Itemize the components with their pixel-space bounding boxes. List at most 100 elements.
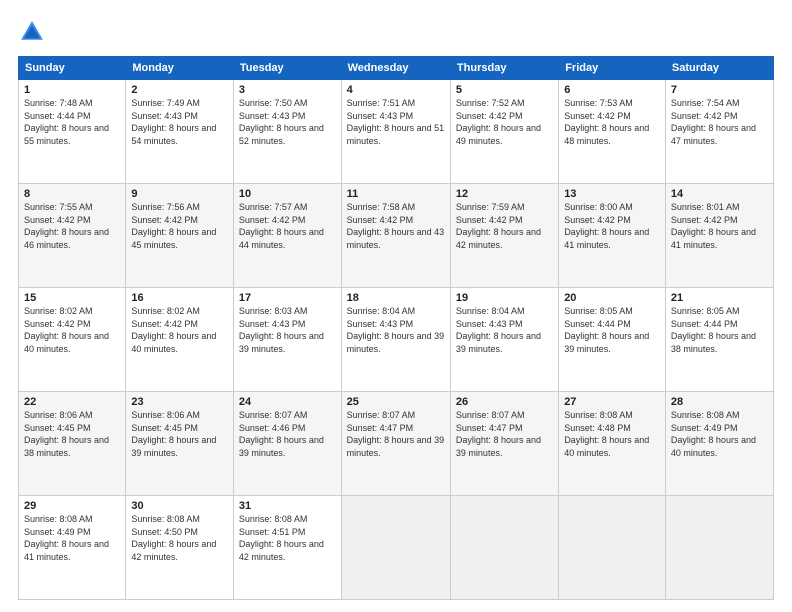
day-number: 17	[239, 292, 336, 304]
day-number: 1	[24, 84, 120, 96]
day-number: 3	[239, 84, 336, 96]
calendar-cell	[559, 496, 666, 600]
day-number: 10	[239, 188, 336, 200]
calendar-cell: 4 Sunrise: 7:51 AMSunset: 4:43 PMDayligh…	[341, 80, 450, 184]
day-info: Sunrise: 8:08 AMSunset: 4:50 PMDaylight:…	[131, 513, 228, 563]
day-info: Sunrise: 7:54 AMSunset: 4:42 PMDaylight:…	[671, 97, 768, 147]
day-info: Sunrise: 8:01 AMSunset: 4:42 PMDaylight:…	[671, 201, 768, 251]
day-info: Sunrise: 7:49 AMSunset: 4:43 PMDaylight:…	[131, 97, 228, 147]
week-row-2: 8 Sunrise: 7:55 AMSunset: 4:42 PMDayligh…	[19, 184, 774, 288]
day-info: Sunrise: 7:52 AMSunset: 4:42 PMDaylight:…	[456, 97, 553, 147]
day-info: Sunrise: 8:07 AMSunset: 4:46 PMDaylight:…	[239, 409, 336, 459]
calendar-cell: 2 Sunrise: 7:49 AMSunset: 4:43 PMDayligh…	[126, 80, 234, 184]
col-header-saturday: Saturday	[665, 57, 773, 80]
day-number: 27	[564, 396, 660, 408]
calendar-cell: 28 Sunrise: 8:08 AMSunset: 4:49 PMDaylig…	[665, 392, 773, 496]
calendar-cell: 30 Sunrise: 8:08 AMSunset: 4:50 PMDaylig…	[126, 496, 234, 600]
day-info: Sunrise: 8:07 AMSunset: 4:47 PMDaylight:…	[456, 409, 553, 459]
calendar-cell: 7 Sunrise: 7:54 AMSunset: 4:42 PMDayligh…	[665, 80, 773, 184]
day-number: 21	[671, 292, 768, 304]
calendar-cell: 25 Sunrise: 8:07 AMSunset: 4:47 PMDaylig…	[341, 392, 450, 496]
day-info: Sunrise: 7:56 AMSunset: 4:42 PMDaylight:…	[131, 201, 228, 251]
calendar-header-row: SundayMondayTuesdayWednesdayThursdayFrid…	[19, 57, 774, 80]
calendar-cell: 26 Sunrise: 8:07 AMSunset: 4:47 PMDaylig…	[450, 392, 558, 496]
day-number: 18	[347, 292, 445, 304]
header	[18, 18, 774, 46]
calendar-cell: 5 Sunrise: 7:52 AMSunset: 4:42 PMDayligh…	[450, 80, 558, 184]
calendar-cell: 13 Sunrise: 8:00 AMSunset: 4:42 PMDaylig…	[559, 184, 666, 288]
day-number: 28	[671, 396, 768, 408]
calendar-cell	[450, 496, 558, 600]
col-header-monday: Monday	[126, 57, 234, 80]
calendar-cell: 20 Sunrise: 8:05 AMSunset: 4:44 PMDaylig…	[559, 288, 666, 392]
calendar-cell: 1 Sunrise: 7:48 AMSunset: 4:44 PMDayligh…	[19, 80, 126, 184]
day-number: 7	[671, 84, 768, 96]
day-info: Sunrise: 8:08 AMSunset: 4:48 PMDaylight:…	[564, 409, 660, 459]
calendar-cell: 29 Sunrise: 8:08 AMSunset: 4:49 PMDaylig…	[19, 496, 126, 600]
day-number: 16	[131, 292, 228, 304]
calendar-cell: 31 Sunrise: 8:08 AMSunset: 4:51 PMDaylig…	[233, 496, 341, 600]
calendar-cell: 10 Sunrise: 7:57 AMSunset: 4:42 PMDaylig…	[233, 184, 341, 288]
col-header-wednesday: Wednesday	[341, 57, 450, 80]
day-info: Sunrise: 8:04 AMSunset: 4:43 PMDaylight:…	[347, 305, 445, 355]
day-number: 23	[131, 396, 228, 408]
calendar-cell: 19 Sunrise: 8:04 AMSunset: 4:43 PMDaylig…	[450, 288, 558, 392]
page: SundayMondayTuesdayWednesdayThursdayFrid…	[0, 0, 792, 612]
day-number: 11	[347, 188, 445, 200]
day-info: Sunrise: 8:00 AMSunset: 4:42 PMDaylight:…	[564, 201, 660, 251]
day-info: Sunrise: 8:05 AMSunset: 4:44 PMDaylight:…	[671, 305, 768, 355]
day-number: 13	[564, 188, 660, 200]
logo	[18, 18, 50, 46]
day-info: Sunrise: 7:57 AMSunset: 4:42 PMDaylight:…	[239, 201, 336, 251]
calendar-cell: 18 Sunrise: 8:04 AMSunset: 4:43 PMDaylig…	[341, 288, 450, 392]
day-info: Sunrise: 8:02 AMSunset: 4:42 PMDaylight:…	[24, 305, 120, 355]
col-header-tuesday: Tuesday	[233, 57, 341, 80]
calendar-cell: 3 Sunrise: 7:50 AMSunset: 4:43 PMDayligh…	[233, 80, 341, 184]
calendar-cell: 9 Sunrise: 7:56 AMSunset: 4:42 PMDayligh…	[126, 184, 234, 288]
day-info: Sunrise: 8:04 AMSunset: 4:43 PMDaylight:…	[456, 305, 553, 355]
calendar-cell: 16 Sunrise: 8:02 AMSunset: 4:42 PMDaylig…	[126, 288, 234, 392]
day-number: 31	[239, 500, 336, 512]
day-number: 4	[347, 84, 445, 96]
week-row-5: 29 Sunrise: 8:08 AMSunset: 4:49 PMDaylig…	[19, 496, 774, 600]
day-info: Sunrise: 8:08 AMSunset: 4:49 PMDaylight:…	[671, 409, 768, 459]
day-number: 5	[456, 84, 553, 96]
col-header-thursday: Thursday	[450, 57, 558, 80]
day-info: Sunrise: 8:02 AMSunset: 4:42 PMDaylight:…	[131, 305, 228, 355]
calendar-cell: 23 Sunrise: 8:06 AMSunset: 4:45 PMDaylig…	[126, 392, 234, 496]
day-info: Sunrise: 8:08 AMSunset: 4:49 PMDaylight:…	[24, 513, 120, 563]
week-row-3: 15 Sunrise: 8:02 AMSunset: 4:42 PMDaylig…	[19, 288, 774, 392]
day-info: Sunrise: 7:50 AMSunset: 4:43 PMDaylight:…	[239, 97, 336, 147]
day-number: 6	[564, 84, 660, 96]
calendar-cell: 15 Sunrise: 8:02 AMSunset: 4:42 PMDaylig…	[19, 288, 126, 392]
day-info: Sunrise: 8:06 AMSunset: 4:45 PMDaylight:…	[24, 409, 120, 459]
calendar-cell: 12 Sunrise: 7:59 AMSunset: 4:42 PMDaylig…	[450, 184, 558, 288]
week-row-1: 1 Sunrise: 7:48 AMSunset: 4:44 PMDayligh…	[19, 80, 774, 184]
calendar-cell	[341, 496, 450, 600]
day-number: 19	[456, 292, 553, 304]
col-header-friday: Friday	[559, 57, 666, 80]
calendar-cell: 24 Sunrise: 8:07 AMSunset: 4:46 PMDaylig…	[233, 392, 341, 496]
calendar-cell: 6 Sunrise: 7:53 AMSunset: 4:42 PMDayligh…	[559, 80, 666, 184]
calendar-cell: 21 Sunrise: 8:05 AMSunset: 4:44 PMDaylig…	[665, 288, 773, 392]
day-info: Sunrise: 7:48 AMSunset: 4:44 PMDaylight:…	[24, 97, 120, 147]
logo-icon	[18, 18, 46, 46]
col-header-sunday: Sunday	[19, 57, 126, 80]
day-info: Sunrise: 7:53 AMSunset: 4:42 PMDaylight:…	[564, 97, 660, 147]
calendar-table: SundayMondayTuesdayWednesdayThursdayFrid…	[18, 56, 774, 600]
day-number: 30	[131, 500, 228, 512]
day-number: 2	[131, 84, 228, 96]
day-info: Sunrise: 8:08 AMSunset: 4:51 PMDaylight:…	[239, 513, 336, 563]
day-number: 8	[24, 188, 120, 200]
day-number: 25	[347, 396, 445, 408]
day-info: Sunrise: 7:51 AMSunset: 4:43 PMDaylight:…	[347, 97, 445, 147]
day-number: 20	[564, 292, 660, 304]
day-number: 22	[24, 396, 120, 408]
day-info: Sunrise: 8:06 AMSunset: 4:45 PMDaylight:…	[131, 409, 228, 459]
calendar-cell	[665, 496, 773, 600]
calendar-cell: 8 Sunrise: 7:55 AMSunset: 4:42 PMDayligh…	[19, 184, 126, 288]
calendar-cell: 22 Sunrise: 8:06 AMSunset: 4:45 PMDaylig…	[19, 392, 126, 496]
calendar-cell: 14 Sunrise: 8:01 AMSunset: 4:42 PMDaylig…	[665, 184, 773, 288]
week-row-4: 22 Sunrise: 8:06 AMSunset: 4:45 PMDaylig…	[19, 392, 774, 496]
day-info: Sunrise: 8:03 AMSunset: 4:43 PMDaylight:…	[239, 305, 336, 355]
